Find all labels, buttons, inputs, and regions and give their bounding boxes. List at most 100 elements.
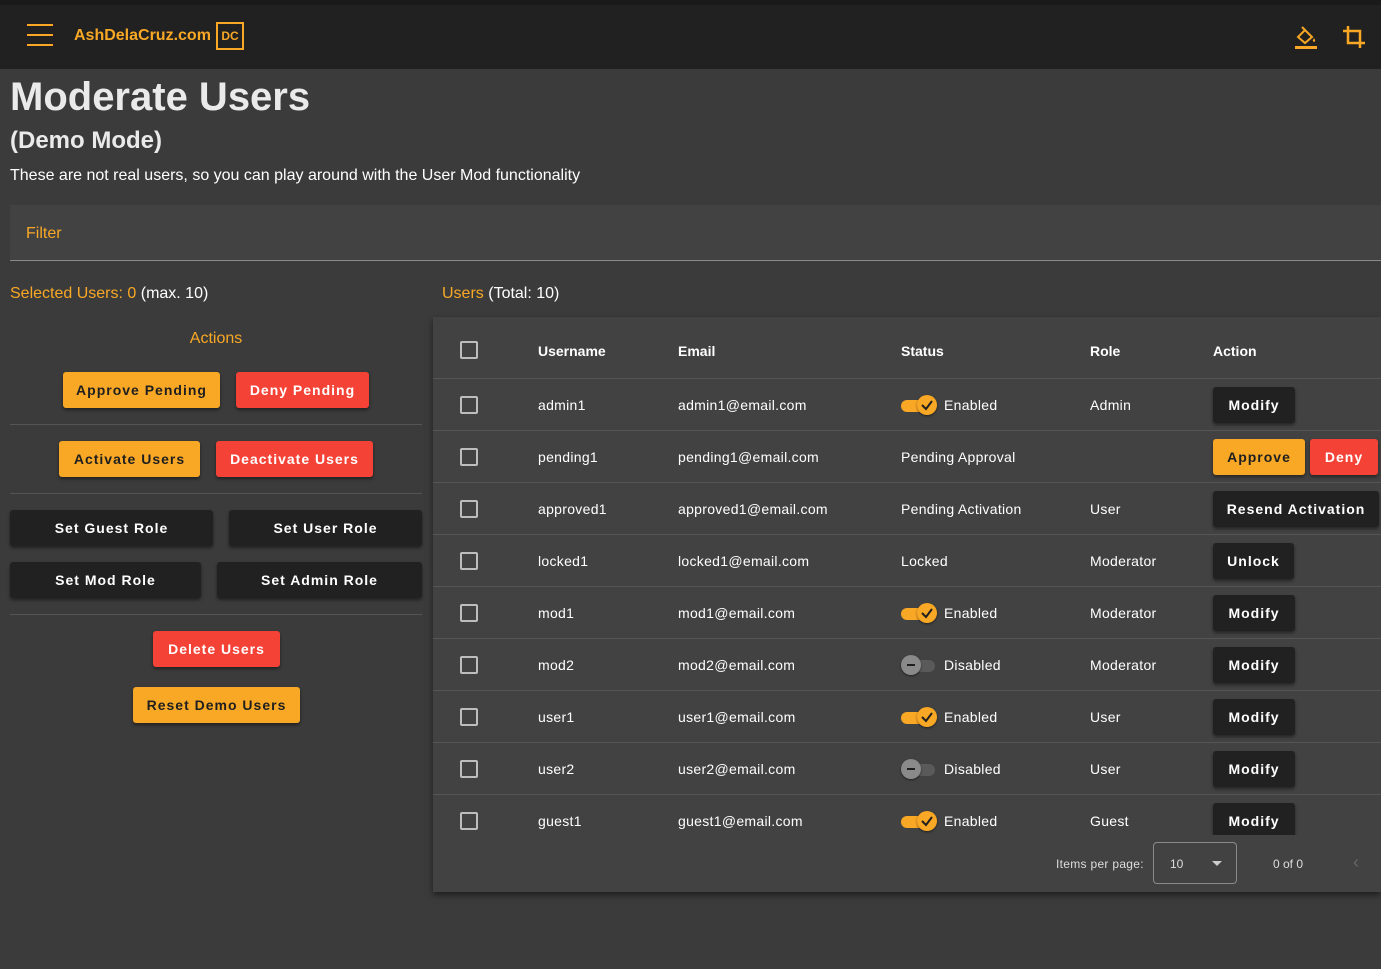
status-toggle[interactable] <box>901 811 937 831</box>
resend-activation-button[interactable]: Resend Activation <box>1213 491 1379 527</box>
email-cell: admin1@email.com <box>678 397 807 413</box>
role-cell: Moderator <box>1090 553 1157 569</box>
username-cell: approved1 <box>538 501 607 517</box>
page-title: Moderate Users <box>10 75 311 119</box>
role-cell: Moderator <box>1090 605 1157 621</box>
page-description: These are not real users, so you can pla… <box>10 167 581 184</box>
row-checkbox[interactable] <box>460 500 478 518</box>
table-row: user1 user1@email.com Enabled User Modify <box>433 691 1381 743</box>
deny-button[interactable]: Deny <box>1310 439 1378 475</box>
table-row: mod1 mod1@email.com Enabled Moderator Modify <box>433 587 1381 639</box>
column-header-username[interactable]: Username <box>538 343 606 359</box>
status-cell: Disabled <box>944 657 1001 673</box>
modify-button[interactable]: Modify <box>1213 699 1295 735</box>
status-cell: Pending Activation <box>901 501 1022 517</box>
status-cell: Enabled <box>944 605 998 621</box>
username-cell: pending1 <box>538 449 599 465</box>
status-toggle[interactable] <box>901 603 937 623</box>
selected-users-count: Selected Users: 0 <box>10 285 137 302</box>
site-logo: DC <box>216 22 244 50</box>
main-content: Moderate Users (Demo Mode) These are not… <box>0 69 1381 969</box>
crop-icon[interactable] <box>1341 24 1367 50</box>
check-icon <box>921 608 933 619</box>
username-cell: admin1 <box>538 397 586 413</box>
row-checkbox[interactable] <box>460 552 478 570</box>
set-mod-role-button[interactable]: Set Mod Role <box>10 562 201 598</box>
role-cell: Guest <box>1090 813 1129 829</box>
deactivate-users-button[interactable]: Deactivate Users <box>216 441 373 477</box>
modify-button[interactable]: Modify <box>1213 387 1295 423</box>
row-checkbox[interactable] <box>460 760 478 778</box>
menu-icon[interactable] <box>27 24 53 46</box>
users-total: (Total: 10) <box>488 285 560 302</box>
status-toggle[interactable] <box>901 759 937 779</box>
role-cell: Admin <box>1090 397 1132 413</box>
modify-button[interactable]: Modify <box>1213 751 1295 787</box>
row-checkbox[interactable] <box>460 708 478 726</box>
row-checkbox[interactable] <box>460 656 478 674</box>
set-user-role-button[interactable]: Set User Role <box>229 510 422 546</box>
toggle-thumb <box>917 603 937 623</box>
selected-users-summary: Selected Users: 0 (max. 10) <box>10 285 208 303</box>
role-cell: User <box>1090 761 1121 777</box>
modify-button[interactable]: Modify <box>1213 803 1295 839</box>
unlock-button[interactable]: Unlock <box>1213 543 1294 579</box>
status-toggle[interactable] <box>901 707 937 727</box>
users-title: Users <box>442 285 484 302</box>
filter-label[interactable]: Filter <box>26 225 62 243</box>
set-guest-role-button[interactable]: Set Guest Role <box>10 510 213 546</box>
row-checkbox[interactable] <box>460 812 478 830</box>
toggle-thumb <box>917 395 937 415</box>
column-header-action: Action <box>1213 343 1257 359</box>
page-range: 0 of 0 <box>1273 857 1304 871</box>
status-cell: Pending Approval <box>901 449 1016 465</box>
username-cell: mod1 <box>538 605 575 621</box>
status-toggle[interactable] <box>901 655 937 675</box>
email-cell: locked1@email.com <box>678 553 810 569</box>
username-cell: locked1 <box>538 553 589 569</box>
items-per-page-select[interactable]: 10 <box>1153 842 1237 884</box>
toggle-thumb <box>917 707 937 727</box>
page-subtitle: (Demo Mode) <box>10 127 162 154</box>
table-row: admin1 admin1@email.com Enabled Admin Modify <box>433 379 1381 431</box>
email-cell: mod2@email.com <box>678 657 796 673</box>
users-table: Username Email Status Role Action admin1… <box>433 317 1381 892</box>
row-checkbox[interactable] <box>460 604 478 622</box>
email-cell: approved1@email.com <box>678 501 828 517</box>
column-header-email[interactable]: Email <box>678 343 715 359</box>
deny-pending-button[interactable]: Deny Pending <box>236 372 369 408</box>
email-cell: guest1@email.com <box>678 813 803 829</box>
select-all-checkbox[interactable] <box>460 341 478 359</box>
table-row: user2 user2@email.com Disabled User Modify <box>433 743 1381 795</box>
email-cell: user2@email.com <box>678 761 796 777</box>
previous-page-icon[interactable]: ‹ <box>1353 852 1359 873</box>
activate-users-button[interactable]: Activate Users <box>59 441 200 477</box>
delete-users-button[interactable]: Delete Users <box>153 631 280 667</box>
column-header-role[interactable]: Role <box>1090 343 1120 359</box>
modify-button[interactable]: Modify <box>1213 647 1295 683</box>
approve-button[interactable]: Approve <box>1213 439 1305 475</box>
top-navbar: AshDelaCruz.com DC <box>0 5 1381 69</box>
row-checkbox[interactable] <box>460 448 478 466</box>
status-cell: Enabled <box>944 813 998 829</box>
minus-icon <box>907 768 915 770</box>
check-icon <box>921 816 933 827</box>
toggle-thumb <box>901 655 921 675</box>
column-header-status[interactable]: Status <box>901 343 944 359</box>
set-admin-role-button[interactable]: Set Admin Role <box>217 562 422 598</box>
approve-pending-button[interactable]: Approve Pending <box>63 372 220 408</box>
check-icon <box>921 712 933 723</box>
modify-button[interactable]: Modify <box>1213 595 1295 631</box>
site-brand[interactable]: AshDelaCruz.com <box>74 27 211 45</box>
paint-bucket-icon[interactable] <box>1293 24 1319 50</box>
username-cell: mod2 <box>538 657 575 673</box>
status-toggle[interactable] <box>901 395 937 415</box>
email-cell: user1@email.com <box>678 709 796 725</box>
table-row: locked1 locked1@email.com Locked Moderator U… <box>433 535 1381 587</box>
filter-panel[interactable]: Filter <box>10 205 1381 261</box>
username-cell: user1 <box>538 709 575 725</box>
reset-demo-users-button[interactable]: Reset Demo Users <box>133 687 300 723</box>
row-checkbox[interactable] <box>460 396 478 414</box>
table-row: mod2 mod2@email.com Disabled Moderator Modif… <box>433 639 1381 691</box>
username-cell: guest1 <box>538 813 582 829</box>
